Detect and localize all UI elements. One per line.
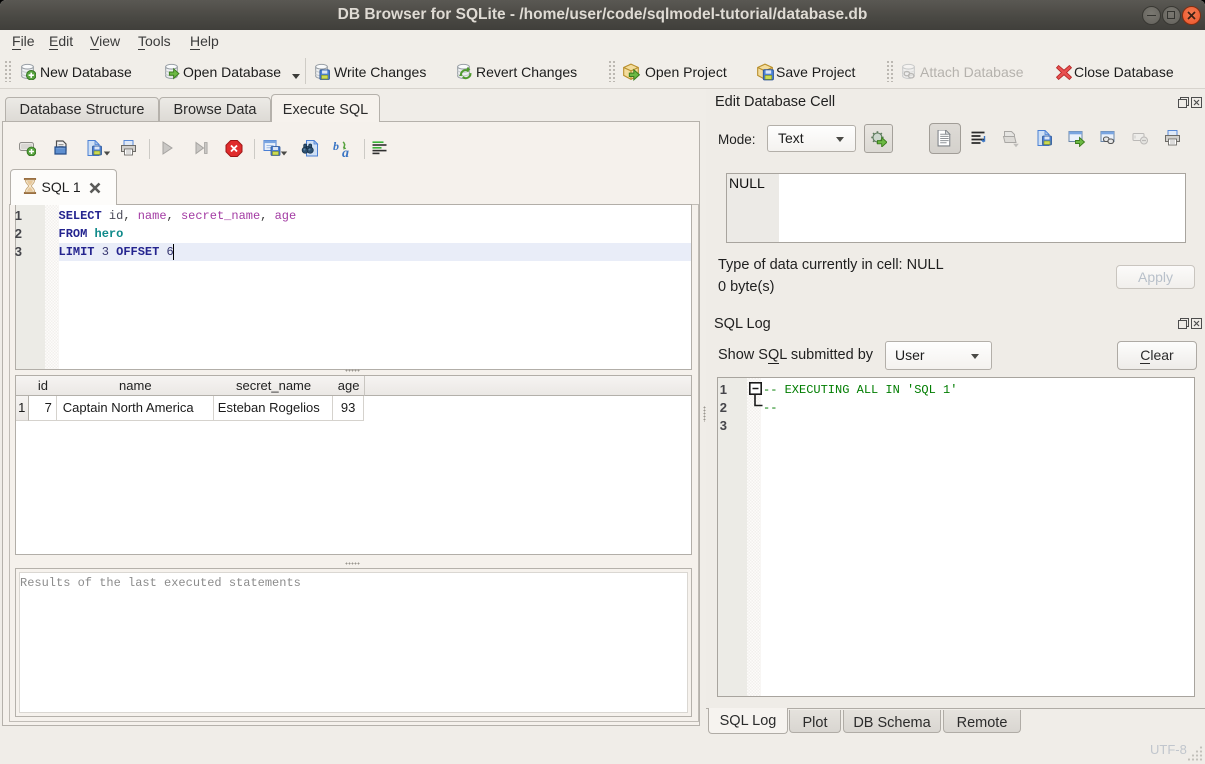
svg-text:a: a [342, 146, 349, 158]
svg-text:b: b [333, 140, 339, 153]
